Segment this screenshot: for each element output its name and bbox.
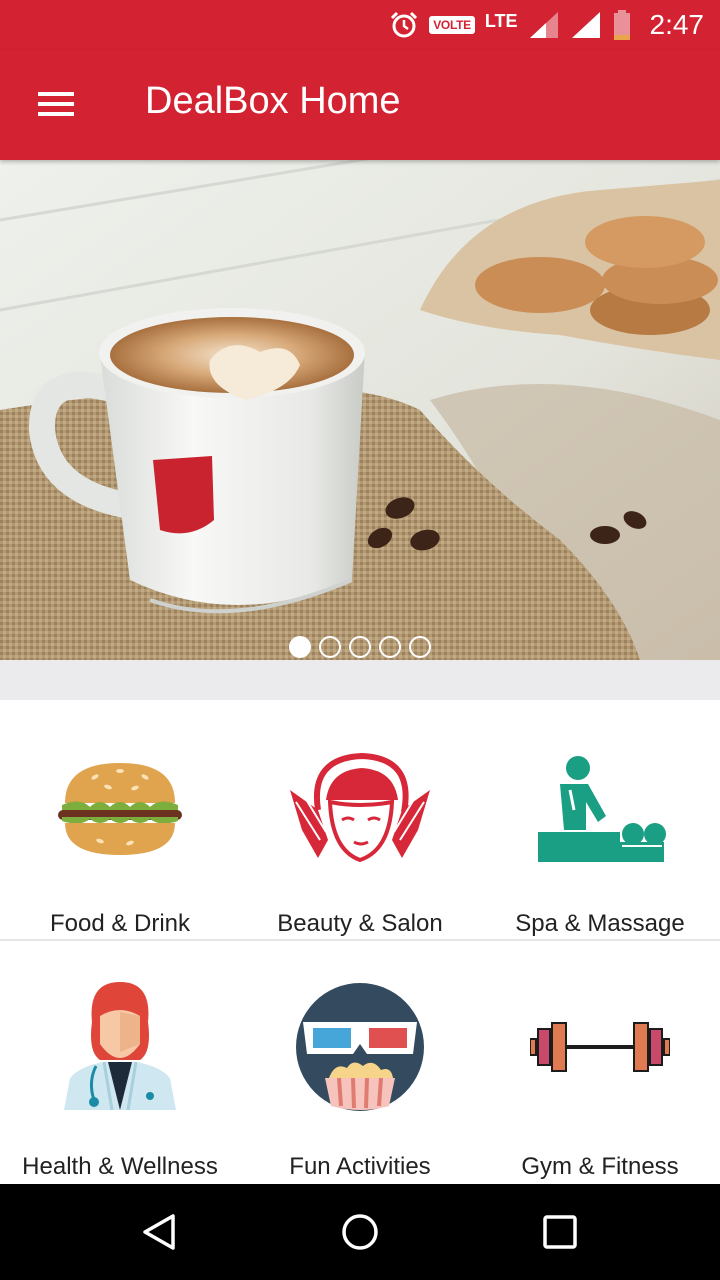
category-food-drink[interactable]: Food & Drink <box>0 700 240 939</box>
category-label: Health & Wellness <box>22 1153 218 1180</box>
category-gym-fitness[interactable]: Gym & Fitness <box>480 943 720 1184</box>
carousel-dot-3[interactable] <box>349 636 371 658</box>
category-label: Fun Activities <box>289 1153 431 1180</box>
category-row: Health & Wellness Fun Activities Gym & F… <box>0 943 720 1184</box>
category-label: Food & Drink <box>49 910 191 937</box>
volte-badge: VOLTE <box>429 16 475 34</box>
network-type: LTE <box>484 11 518 31</box>
carousel-dot-4[interactable] <box>379 636 401 658</box>
page-title: DealBox Home <box>145 80 401 122</box>
doctor-icon <box>50 981 190 1113</box>
beauty-face-icon <box>290 744 430 876</box>
carousel-dot-5[interactable] <box>409 636 431 658</box>
carousel-dot-2[interactable] <box>319 636 341 658</box>
category-beauty-salon[interactable]: Beauty & Salon <box>240 700 480 939</box>
category-label: Beauty & Salon <box>277 910 443 937</box>
battery-icon <box>613 10 630 40</box>
clock: 2:47 <box>649 9 705 40</box>
app-bar: DealBox Home <box>0 50 720 160</box>
recents-button[interactable] <box>530 1202 590 1262</box>
home-button[interactable] <box>330 1202 390 1262</box>
promo-banner-carousel[interactable] <box>0 160 720 660</box>
status-bar: VOLTE LTE 2:47 <box>0 0 720 50</box>
category-grid: Food & Drink Beauty & Salon Spa & Massag… <box>0 700 720 1184</box>
coffee-cup-banner-image <box>0 160 720 660</box>
dumbbell-icon <box>530 981 670 1113</box>
3d-glasses-popcorn-icon <box>290 981 430 1113</box>
back-triangle-icon <box>143 1214 175 1250</box>
cafe-coffee-day-logo <box>153 456 214 534</box>
category-row: Food & Drink Beauty & Salon Spa & Massag… <box>0 700 720 941</box>
back-button[interactable] <box>130 1202 190 1262</box>
burger-icon <box>50 744 190 876</box>
status-icons: VOLTE LTE 2:47 <box>389 6 704 44</box>
signal-icon-1 <box>529 12 558 38</box>
hamburger-menu-button[interactable] <box>28 78 84 130</box>
category-fun-activities[interactable]: Fun Activities <box>240 943 480 1184</box>
category-label: Gym & Fitness <box>521 1153 679 1180</box>
menu-icon <box>38 92 74 116</box>
category-spa-massage[interactable]: Spa & Massage <box>480 700 720 939</box>
category-health-wellness[interactable]: Health & Wellness <box>0 943 240 1184</box>
massage-icon <box>530 744 670 876</box>
section-divider <box>0 660 720 700</box>
alarm-icon <box>391 11 418 38</box>
recents-square-icon <box>543 1215 577 1249</box>
category-label: Spa & Massage <box>515 910 685 937</box>
signal-icon-2 <box>571 12 600 38</box>
carousel-indicators <box>0 636 720 658</box>
carousel-dot-1[interactable] <box>289 636 311 658</box>
home-circle-icon <box>342 1214 378 1250</box>
system-navigation-bar <box>0 1184 720 1280</box>
